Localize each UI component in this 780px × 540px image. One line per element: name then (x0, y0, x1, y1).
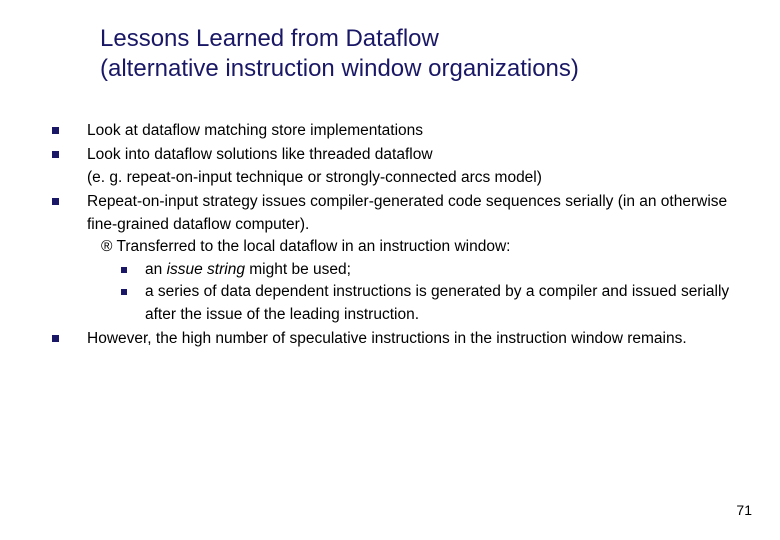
text-pre: an (145, 261, 167, 278)
text-italic: issue string (167, 261, 245, 278)
square-bullet-icon (52, 151, 59, 158)
sub-bullet-item: a series of data dependent instructions … (87, 281, 752, 326)
title-line-1: Lessons Learned from Dataflow (100, 25, 439, 52)
arrow-line: ® Transferred to the local dataflow in a… (87, 236, 752, 258)
bullet-item: Look at dataflow matching store implemen… (52, 120, 752, 142)
sub-bullet-text: a series of data dependent instructions … (145, 281, 752, 326)
text-post: might be used; (245, 261, 351, 278)
sub-bullet-item: an issue string might be used; (87, 259, 752, 281)
text-line: Look into dataflow solutions like thread… (87, 146, 433, 163)
square-bullet-icon (52, 198, 59, 205)
bullet-item: Repeat-on-input strategy issues compiler… (52, 191, 752, 326)
bullet-text: Look at dataflow matching store implemen… (87, 120, 752, 142)
bullet-text: However, the high number of speculative … (87, 328, 752, 350)
slide-title: Lessons Learned from Dataflow (alternati… (100, 24, 720, 84)
bullet-item: However, the high number of speculative … (52, 328, 752, 350)
slide: Lessons Learned from Dataflow (alternati… (0, 0, 780, 540)
square-bullet-icon (121, 267, 127, 273)
text-line: (e. g. repeat-on-input technique or stro… (87, 169, 542, 186)
slide-body: Look at dataflow matching store implemen… (52, 120, 752, 353)
bullet-item: Look into dataflow solutions like thread… (52, 144, 752, 189)
title-line-2: (alternative instruction window organiza… (100, 55, 579, 82)
square-bullet-icon (52, 127, 59, 134)
page-number: 71 (736, 502, 752, 518)
sub-bullet-text: an issue string might be used; (145, 259, 752, 281)
arrow-icon: ® (101, 238, 112, 255)
bullet-text: Look into dataflow solutions like thread… (87, 144, 752, 189)
bullet-text: Repeat-on-input strategy issues compiler… (87, 191, 752, 326)
square-bullet-icon (121, 289, 127, 295)
text-line: Transferred to the local dataflow in an … (112, 238, 510, 255)
square-bullet-icon (52, 335, 59, 342)
text-line: Repeat-on-input strategy issues compiler… (87, 193, 727, 232)
